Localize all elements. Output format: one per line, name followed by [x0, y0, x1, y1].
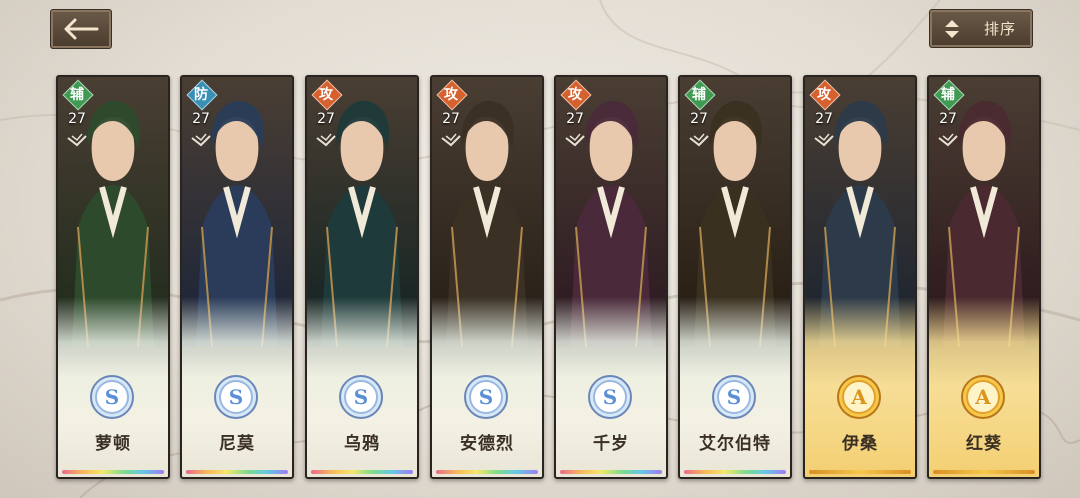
role-badge: 攻: [438, 81, 464, 107]
character-name: 艾尔伯特: [699, 434, 771, 454]
level-chevron-icon: [565, 133, 585, 147]
character-card[interactable]: 辅 27 S 艾尔伯特: [678, 75, 792, 479]
rank-badge-icon: S: [712, 375, 756, 419]
rank-badge-icon: S: [214, 375, 258, 419]
character-name: 萝顿: [95, 434, 131, 454]
rarity-bar: [311, 470, 413, 474]
rarity-bar: [560, 470, 662, 474]
role-badge: 攻: [562, 81, 588, 107]
role-label: 辅: [692, 87, 706, 103]
level-chevron-icon: [67, 133, 87, 147]
rarity-bar: [684, 470, 786, 474]
rank-letter: S: [229, 385, 243, 409]
level-chevron-icon: [689, 133, 709, 147]
rank-badge-icon: S: [339, 375, 383, 419]
rank-letter: S: [479, 385, 493, 409]
level-value: 27: [192, 111, 210, 127]
rank-letter: S: [354, 385, 368, 409]
level-value: 27: [690, 111, 708, 127]
arrow-left-icon: [64, 18, 99, 40]
rarity-bar: [436, 470, 538, 474]
rank-letter: S: [105, 385, 119, 409]
level-chevron-icon: [814, 133, 834, 147]
sort-updown-icon: [945, 19, 959, 38]
rank-letter: S: [727, 385, 741, 409]
character-name: 伊桑: [842, 434, 878, 454]
character-name: 乌鸦: [344, 434, 380, 454]
rank-badge-icon: A: [961, 375, 1005, 419]
character-card[interactable]: 防 27 S 尼莫: [180, 75, 294, 479]
rank-badge-icon: S: [588, 375, 632, 419]
role-label: 攻: [568, 87, 582, 103]
role-label: 攻: [319, 87, 333, 103]
character-card[interactable]: 辅 27 S 萝顿: [56, 75, 170, 479]
role-label: 防: [194, 87, 208, 103]
role-label: 辅: [941, 87, 955, 103]
role-label: 攻: [817, 87, 831, 103]
rank-letter: A: [850, 385, 867, 409]
sort-label: 排序: [984, 20, 1017, 38]
character-name: 千岁: [593, 434, 629, 454]
rarity-bar: [809, 470, 911, 474]
rarity-bar: [62, 470, 164, 474]
rank-badge-icon: A: [837, 375, 881, 419]
role-label: 攻: [444, 87, 458, 103]
rank-badge-icon: S: [90, 375, 134, 419]
level-value: 27: [939, 111, 957, 127]
character-card[interactable]: 攻 27 S 安德烈: [430, 75, 544, 479]
back-button[interactable]: [50, 9, 112, 49]
rank-letter: A: [974, 385, 991, 409]
level-value: 27: [815, 111, 833, 127]
role-badge: 攻: [313, 81, 339, 107]
character-card[interactable]: 辅 27 A 红葵: [927, 75, 1041, 479]
role-badge: 攻: [811, 81, 837, 107]
sort-button[interactable]: 排序: [929, 9, 1033, 48]
role-label: 辅: [70, 87, 84, 103]
character-card[interactable]: 攻 27 S 乌鸦: [305, 75, 419, 479]
character-name: 安德烈: [460, 434, 514, 454]
level-chevron-icon: [938, 133, 958, 147]
level-value: 27: [68, 111, 86, 127]
level-chevron-icon: [191, 133, 211, 147]
level-value: 27: [442, 111, 460, 127]
role-badge: 辅: [64, 81, 90, 107]
role-badge: 辅: [935, 81, 961, 107]
character-card[interactable]: 攻 27 A 伊桑: [803, 75, 917, 479]
rank-badge-icon: S: [464, 375, 508, 419]
level-value: 27: [566, 111, 584, 127]
character-name: 红葵: [966, 434, 1002, 454]
character-card[interactable]: 攻 27 S 千岁: [554, 75, 668, 479]
character-name: 尼莫: [219, 434, 255, 454]
rank-letter: S: [603, 385, 617, 409]
role-badge: 辅: [686, 81, 712, 107]
level-value: 27: [317, 111, 335, 127]
role-badge: 防: [188, 81, 214, 107]
rarity-bar: [933, 470, 1035, 474]
level-chevron-icon: [441, 133, 461, 147]
rarity-bar: [186, 470, 288, 474]
level-chevron-icon: [316, 133, 336, 147]
